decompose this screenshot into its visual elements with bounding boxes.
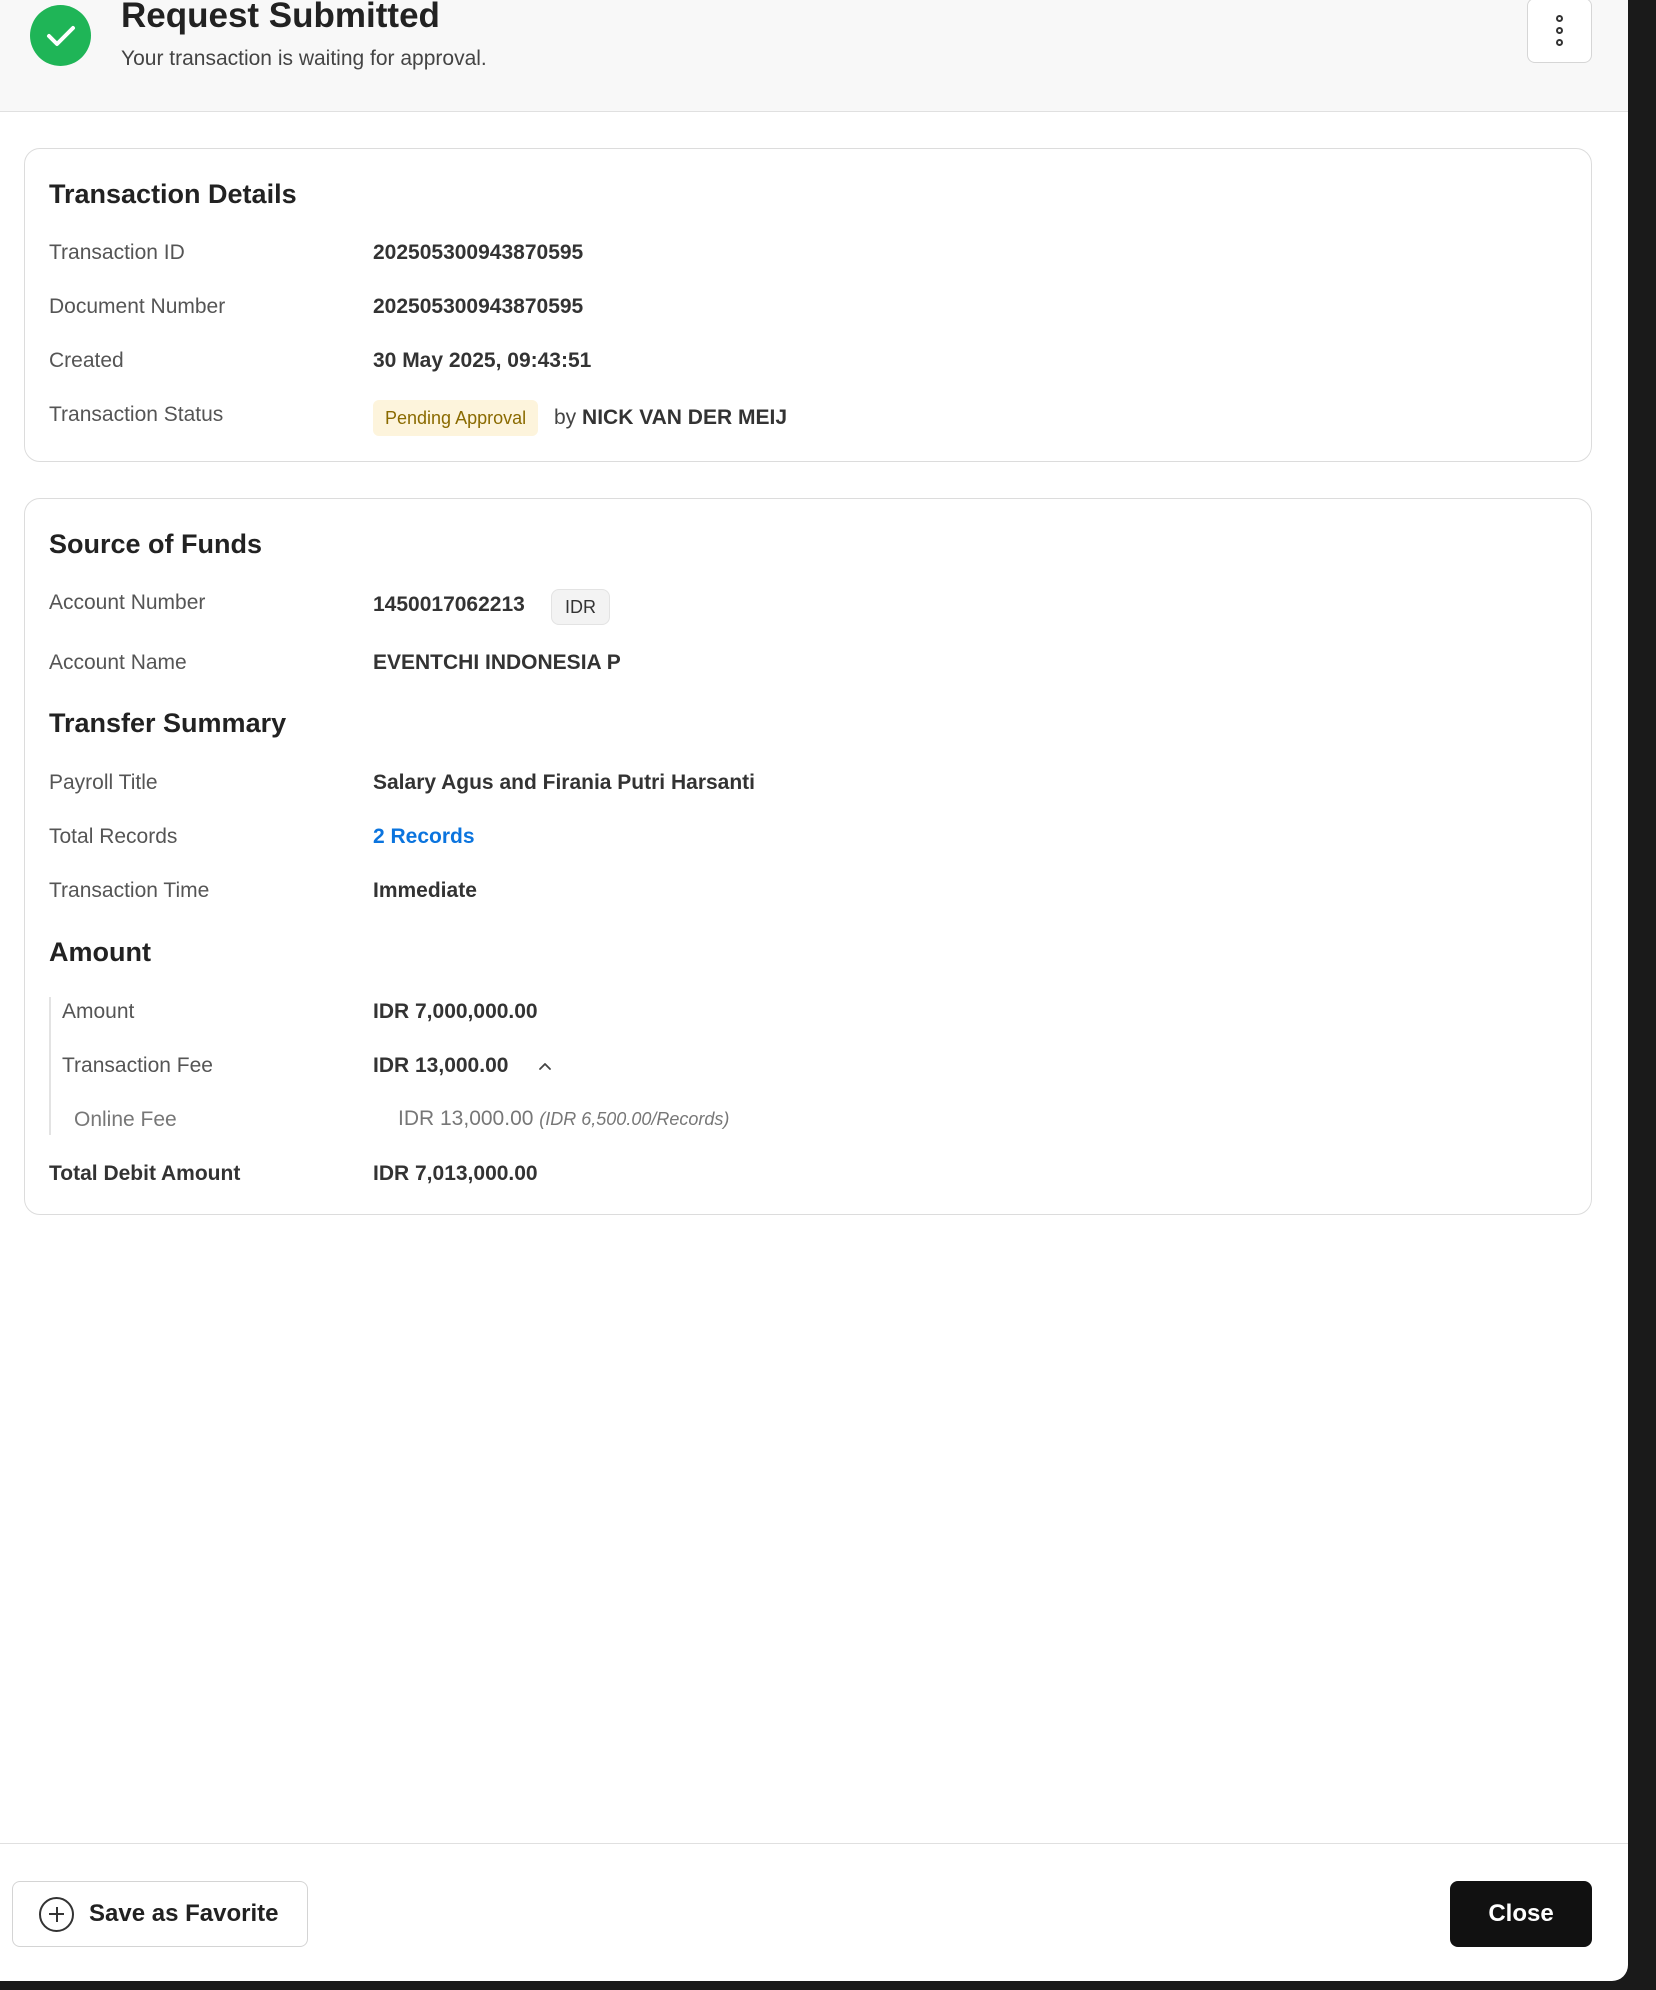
page-title: Request Submitted xyxy=(121,0,440,35)
document-number-value: 202505300943870595 xyxy=(373,295,584,318)
transaction-details-heading: Transaction Details xyxy=(49,179,297,209)
currency-badge: IDR xyxy=(551,589,610,625)
payroll-title-label: Payroll Title xyxy=(49,771,158,794)
transaction-result-panel: Request Submitted Your transaction is wa… xyxy=(0,0,1628,1981)
account-name-label: Account Name xyxy=(49,651,187,674)
status-approver: by NICK VAN DER MEIJ xyxy=(554,405,787,431)
account-name-value: EVENTCHI INDONESIA P xyxy=(373,651,621,674)
document-number-label: Document Number xyxy=(49,295,226,318)
transaction-status-label: Transaction Status xyxy=(49,403,224,426)
source-of-funds-heading: Source of Funds xyxy=(49,529,263,559)
online-fee-label: Online Fee xyxy=(74,1108,177,1131)
total-debit-label: Total Debit Amount xyxy=(49,1162,241,1185)
chevron-up-icon[interactable] xyxy=(537,1058,553,1074)
amount-breakdown-divider xyxy=(49,997,51,1135)
result-header: Request Submitted Your transaction is wa… xyxy=(0,0,1628,112)
created-label: Created xyxy=(49,349,124,372)
save-as-favorite-button[interactable]: Save as Favorite xyxy=(12,1881,308,1947)
transaction-fee-value: IDR 13,000.00 xyxy=(373,1054,509,1077)
online-fee-value: IDR 13,000.00 (IDR 6,500.00/Records) xyxy=(398,1106,729,1132)
kebab-dot-icon xyxy=(1556,39,1563,46)
created-value: 30 May 2025, 09:43:51 xyxy=(373,349,592,372)
kebab-dot-icon xyxy=(1556,15,1563,22)
amount-heading: Amount xyxy=(49,937,151,967)
payroll-title-value: Salary Agus and Firania Putri Harsanti xyxy=(373,771,755,794)
total-records-label: Total Records xyxy=(49,825,178,848)
transaction-time-label: Transaction Time xyxy=(49,879,210,902)
footer-divider xyxy=(0,1843,1628,1844)
transaction-fee-label: Transaction Fee xyxy=(62,1054,213,1077)
amount-label: Amount xyxy=(62,1000,135,1023)
check-circle-icon xyxy=(30,5,91,66)
source-of-funds-card xyxy=(24,498,1592,1215)
transfer-summary-heading: Transfer Summary xyxy=(49,708,287,738)
kebab-dot-icon xyxy=(1556,27,1563,34)
transaction-id-value: 202505300943870595 xyxy=(373,241,584,264)
account-number-value: 1450017062213 xyxy=(373,593,525,616)
page-subtitle: Your transaction is waiting for approval… xyxy=(121,47,487,70)
transaction-id-label: Transaction ID xyxy=(49,241,185,264)
total-debit-value: IDR 7,013,000.00 xyxy=(373,1162,538,1185)
kebab-menu-button[interactable] xyxy=(1527,0,1592,63)
amount-value: IDR 7,000,000.00 xyxy=(373,1000,538,1023)
account-number-label: Account Number xyxy=(49,591,206,614)
plus-circle-icon xyxy=(39,1896,74,1932)
status-badge: Pending Approval xyxy=(373,400,539,436)
transaction-time-value: Immediate xyxy=(373,879,477,902)
online-fee-amount: IDR 13,000.00 xyxy=(398,1107,534,1130)
status-approver-name: NICK VAN DER MEIJ xyxy=(582,406,787,429)
save-as-favorite-label: Save as Favorite xyxy=(89,1900,279,1927)
online-fee-note: (IDR 6,500.00/Records) xyxy=(539,1109,730,1129)
close-button[interactable]: Close xyxy=(1450,1881,1592,1947)
status-by-text: by xyxy=(554,406,577,429)
total-records-link[interactable]: 2 Records xyxy=(373,824,475,850)
